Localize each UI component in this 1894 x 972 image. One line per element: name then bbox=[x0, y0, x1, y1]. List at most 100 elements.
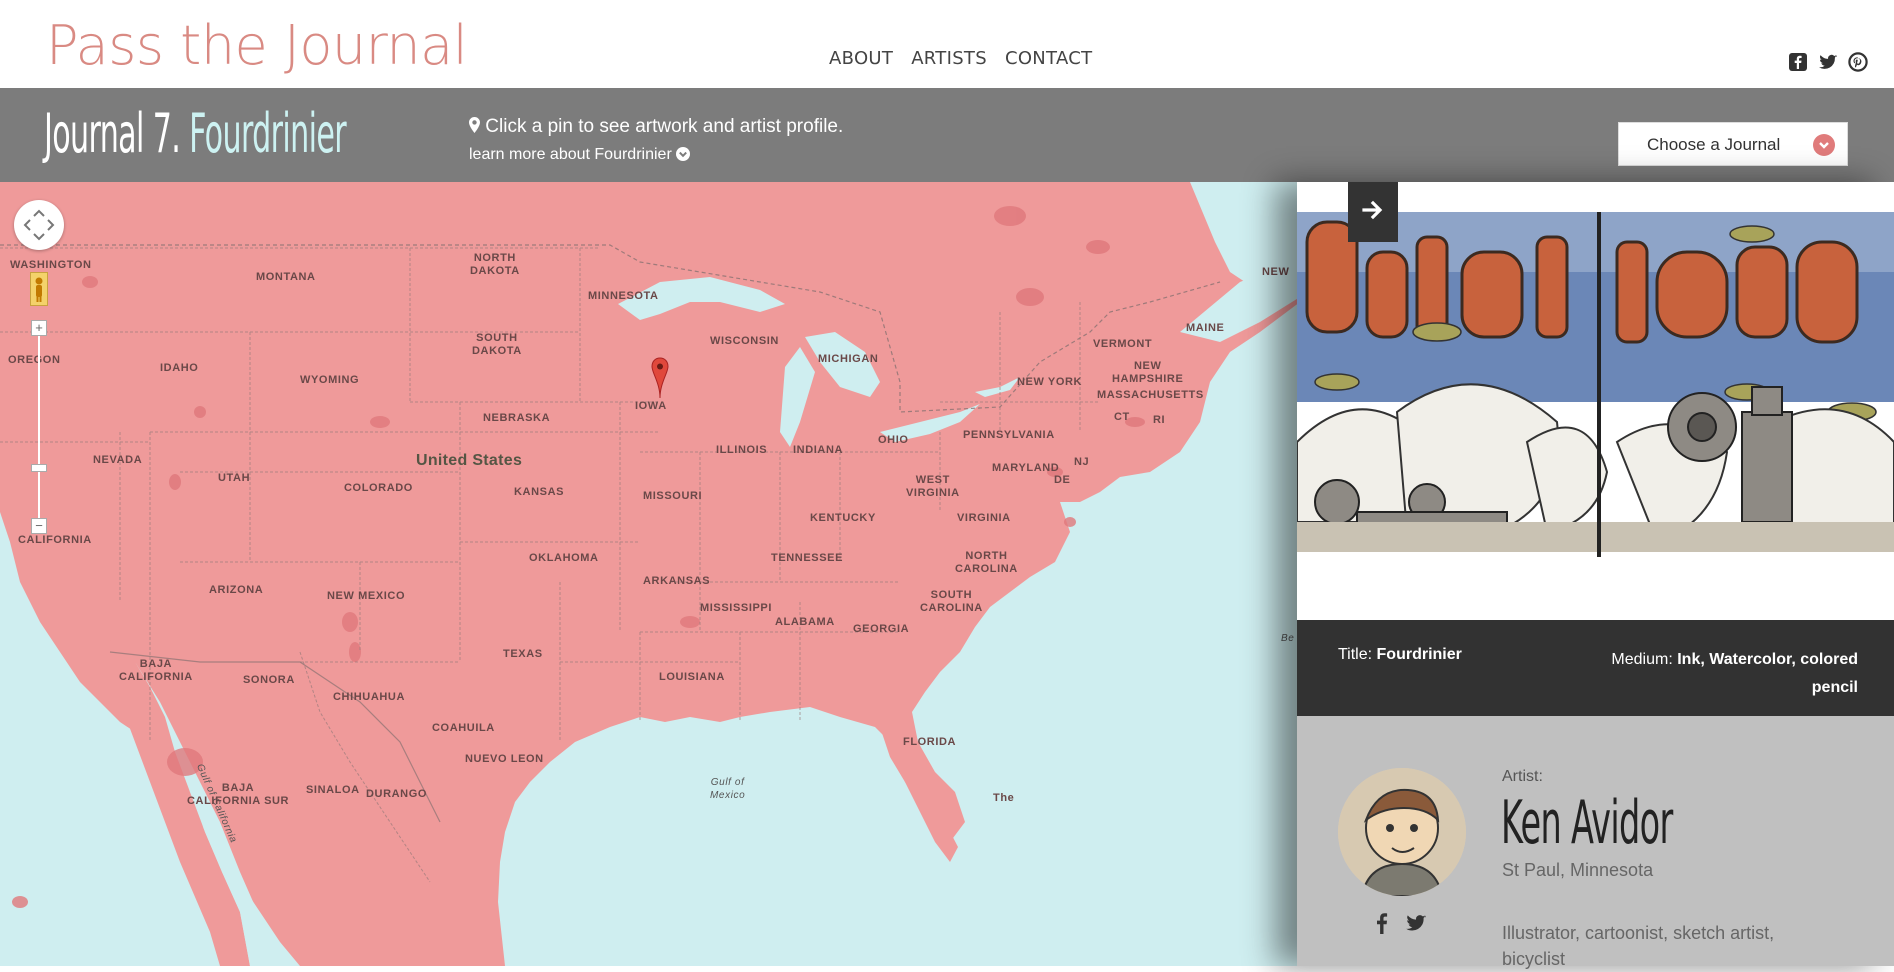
facebook-icon[interactable] bbox=[1788, 52, 1808, 72]
instruction-text: Click a pin to see artwork and artist pr… bbox=[485, 116, 844, 137]
zoom-in-button[interactable]: + bbox=[31, 320, 47, 336]
map-label: OREGON bbox=[8, 354, 61, 366]
map-label: WEST VIRGINIA bbox=[906, 474, 960, 499]
site-logo[interactable]: Pass the Journal bbox=[46, 14, 468, 77]
artwork-title-value: Fourdrinier bbox=[1376, 646, 1462, 663]
map-label: Gulf of Mexico bbox=[710, 777, 746, 801]
artist-profile: Artist: Ken Avidor St Paul, Minnesota Il… bbox=[1297, 716, 1894, 969]
map-label: WYOMING bbox=[300, 374, 360, 386]
close-panel-button[interactable] bbox=[1348, 182, 1398, 242]
artwork-title-label: Title: bbox=[1338, 646, 1373, 663]
map-label: IOWA bbox=[635, 400, 667, 412]
artwork-title: Title: Fourdrinier bbox=[1338, 646, 1462, 664]
map-label: The bbox=[993, 792, 1015, 804]
journal-select[interactable]: Choose a Journal bbox=[1618, 122, 1848, 166]
map-pin[interactable] bbox=[650, 356, 670, 400]
journal-number: Journal 7. bbox=[44, 102, 181, 165]
map-label: NEW MEXICO bbox=[327, 590, 406, 602]
pinterest-icon[interactable] bbox=[1848, 52, 1868, 72]
pan-arrows-icon bbox=[23, 209, 55, 241]
journal-select-label: Choose a Journal bbox=[1647, 135, 1781, 154]
map-label: MASSACHUSETTS bbox=[1097, 389, 1204, 401]
map-label: LOUISIANA bbox=[659, 671, 725, 683]
artist-avatar-image bbox=[1338, 768, 1466, 896]
map-label-country: United States bbox=[416, 452, 523, 469]
artwork-image[interactable] bbox=[1297, 182, 1894, 620]
map-label: VIRGINIA bbox=[957, 512, 1011, 524]
map-label: SOUTH DAKOTA bbox=[472, 332, 522, 357]
map-label: INDIANA bbox=[793, 444, 844, 456]
artist-social bbox=[1371, 912, 1426, 934]
facebook-icon[interactable] bbox=[1371, 912, 1391, 934]
map-label: Be bbox=[1281, 633, 1295, 644]
artwork-meta: Title: Fourdrinier Medium: Ink, Watercol… bbox=[1297, 620, 1894, 716]
artwork-medium-label: Medium: bbox=[1611, 651, 1673, 668]
zoom-slider-thumb[interactable] bbox=[31, 464, 47, 472]
map-label: MARYLAND bbox=[992, 462, 1060, 474]
map-label: CALIFORNIA bbox=[18, 534, 92, 546]
map-label: TENNESSEE bbox=[771, 552, 844, 564]
artwork-illustration bbox=[1297, 182, 1894, 620]
map-label: SOUTH CAROLINA bbox=[920, 589, 983, 614]
map-label: COAHUILA bbox=[432, 722, 495, 734]
artist-avatar[interactable] bbox=[1338, 768, 1466, 896]
journal-title: Journal 7. Fourdrinier bbox=[44, 102, 347, 165]
journal-name: Fourdrinier bbox=[189, 102, 347, 165]
map-label: KENTUCKY bbox=[810, 512, 876, 524]
map-label: CHIHUAHUA bbox=[333, 691, 406, 703]
map-label: IDAHO bbox=[160, 362, 199, 374]
pegman-icon bbox=[35, 277, 43, 302]
map-label: DURANGO bbox=[366, 788, 428, 800]
artwork-medium-value: Ink, Watercolor, colored pencil bbox=[1677, 651, 1858, 696]
map-pin-icon bbox=[651, 357, 669, 399]
map-label: BAJA CALIFORNIA bbox=[119, 658, 193, 683]
map-label: MAINE bbox=[1186, 322, 1225, 334]
map-label: ARKANSAS bbox=[643, 575, 711, 587]
map-label: ALABAMA bbox=[775, 616, 835, 628]
map-label: OHIO bbox=[878, 434, 909, 446]
map-label: NJ bbox=[1074, 456, 1090, 468]
map-label: KANSAS bbox=[514, 486, 565, 498]
artwork-panel: Title: Fourdrinier Medium: Ink, Watercol… bbox=[1297, 182, 1894, 969]
nav-artists[interactable]: ARTISTS bbox=[911, 48, 987, 69]
map-label: PENNSYLVANIA bbox=[963, 429, 1055, 441]
map-label: MISSOURI bbox=[643, 490, 703, 502]
map-instruction: Click a pin to see artwork and artist pr… bbox=[469, 116, 843, 138]
map-label: NORTH CAROLINA bbox=[955, 550, 1018, 575]
street-view-pegman[interactable] bbox=[30, 272, 48, 306]
map-label: NEW YORK bbox=[1017, 376, 1083, 388]
map-label: NEBRASKA bbox=[483, 412, 551, 424]
zoom-track[interactable] bbox=[38, 322, 40, 522]
map-label: ILLINOIS bbox=[716, 444, 768, 456]
map-label: RI bbox=[1153, 414, 1166, 426]
map-label: DE bbox=[1054, 474, 1071, 486]
journal-bar: Journal 7. Fourdrinier Click a pin to se… bbox=[0, 88, 1894, 182]
map-label: NEW bbox=[1262, 266, 1290, 278]
chevron-down-icon bbox=[1813, 134, 1835, 156]
map-label: MISSISSIPPI bbox=[700, 602, 773, 614]
map[interactable]: WASHINGTON MONTANA NORTH DAKOTA MINNESOT… bbox=[0, 182, 1300, 966]
map-label: OKLAHOMA bbox=[529, 552, 599, 564]
map-label: MONTANA bbox=[256, 271, 316, 283]
map-label: COLORADO bbox=[344, 482, 413, 494]
nav-about[interactable]: ABOUT bbox=[829, 48, 893, 69]
twitter-icon[interactable] bbox=[1818, 52, 1838, 72]
zoom-out-button[interactable]: − bbox=[31, 518, 47, 534]
artist-label: Artist: bbox=[1502, 768, 1543, 785]
nav-contact[interactable]: CONTACT bbox=[1005, 48, 1092, 69]
map-label: SONORA bbox=[243, 674, 295, 686]
map-label: ARIZONA bbox=[209, 584, 264, 596]
twitter-icon[interactable] bbox=[1405, 912, 1426, 934]
map-label: CT bbox=[1114, 411, 1130, 423]
artwork-medium: Medium: Ink, Watercolor, colored pencil bbox=[1578, 646, 1858, 702]
map-label: SINALOA bbox=[306, 784, 360, 796]
artist-location: St Paul, Minnesota bbox=[1502, 860, 1654, 880]
site-header: Pass the Journal ABOUT ARTISTS CONTACT bbox=[0, 0, 1894, 88]
map-label: NUEVO LEON bbox=[465, 753, 544, 765]
map-label: MICHIGAN bbox=[818, 353, 879, 365]
header-social bbox=[1788, 52, 1868, 72]
map-label: BAJA CALIFORNIA SUR bbox=[187, 782, 290, 807]
map-pan-control[interactable] bbox=[14, 200, 64, 250]
map-label: VERMONT bbox=[1093, 338, 1153, 350]
learn-more-link[interactable]: learn more about Fourdrinier bbox=[469, 146, 691, 164]
